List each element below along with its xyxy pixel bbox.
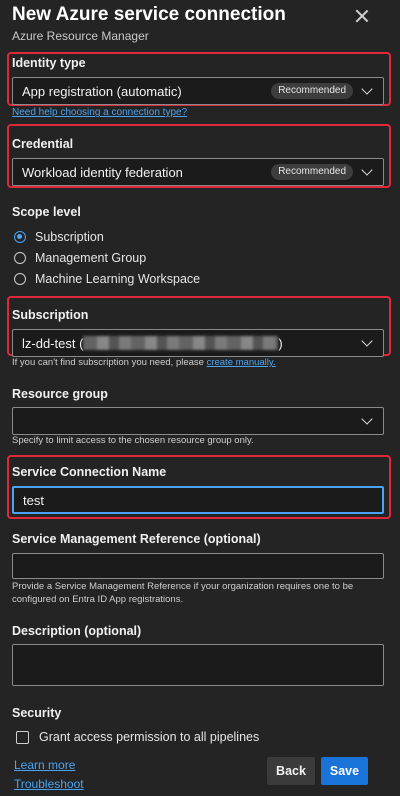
identity-help-row: Need help choosing a connection type? [12, 107, 187, 118]
back-button[interactable]: Back [267, 757, 315, 785]
scope-option-ml-workspace[interactable]: Machine Learning Workspace [14, 270, 200, 288]
service-management-reference-input[interactable] [12, 553, 384, 579]
subscription-value: lz-dd-test () [22, 336, 283, 351]
radio-icon[interactable] [14, 252, 26, 264]
chevron-down-icon [361, 83, 373, 95]
description-textarea[interactable] [12, 644, 384, 686]
chevron-down-icon [361, 413, 373, 425]
grant-access-option[interactable]: Grant access permission to all pipelines [16, 730, 259, 744]
credential-select[interactable]: Workload identity federation Recommended [12, 158, 384, 186]
chevron-down-icon [361, 335, 373, 347]
scope-option-label: Subscription [35, 230, 104, 244]
panel-header: New Azure service connection Azure Resou… [12, 2, 382, 44]
service-management-help-line2: configured on Entra ID App registrations… [12, 594, 184, 605]
subscription-help-text: If you can't find subscription you need,… [12, 357, 204, 368]
identity-type-label: Identity type [12, 56, 86, 70]
chevron-down-icon [361, 164, 373, 176]
service-connection-panel: New Azure service connection Azure Resou… [0, 0, 400, 796]
scope-option-subscription[interactable]: Subscription [14, 228, 104, 246]
subscription-select[interactable]: lz-dd-test () [12, 329, 384, 357]
panel-title: New Azure service connection [12, 4, 286, 25]
service-management-reference-label: Service Management Reference (optional) [12, 532, 261, 546]
radio-icon[interactable] [14, 273, 26, 285]
save-button[interactable]: Save [321, 757, 368, 785]
close-icon[interactable] [354, 8, 370, 24]
connection-name-value: test [23, 493, 44, 508]
subscription-name: lz-dd-test ( [22, 336, 84, 351]
create-manually-link[interactable]: create manually. [207, 357, 276, 368]
recommended-badge: Recommended [271, 83, 353, 99]
resource-group-label: Resource group [12, 387, 108, 401]
scope-level-label: Scope level [12, 205, 81, 219]
identity-type-value: App registration (automatic) [22, 84, 182, 99]
radio-selected-icon[interactable] [14, 231, 26, 243]
subscription-label: Subscription [12, 308, 89, 322]
resource-group-help: Specify to limit access to the chosen re… [12, 435, 254, 446]
credential-value: Workload identity federation [22, 165, 183, 180]
grant-access-label: Grant access permission to all pipelines [39, 730, 260, 744]
identity-type-select[interactable]: App registration (automatic) Recommended [12, 77, 384, 105]
panel-subtitle: Azure Resource Manager [12, 29, 149, 43]
learn-more-link[interactable]: Learn more [14, 758, 75, 772]
checkbox-icon[interactable] [16, 730, 29, 744]
subscription-help: If you can't find subscription you need,… [12, 357, 276, 368]
scope-option-management-group[interactable]: Management Group [14, 249, 146, 267]
subscription-close-paren: ) [278, 336, 283, 351]
recommended-badge: Recommended [271, 164, 353, 180]
connection-type-help-link[interactable]: Need help choosing a connection type? [12, 107, 187, 118]
connection-name-label: Service Connection Name [12, 465, 167, 479]
redacted-subscription-id [83, 336, 279, 350]
scope-option-label: Management Group [35, 251, 147, 265]
scope-option-label: Machine Learning Workspace [35, 272, 201, 286]
security-label: Security [12, 706, 62, 720]
description-label: Description (optional) [12, 624, 142, 638]
service-management-help-line1: Provide a Service Management Reference i… [12, 581, 354, 592]
credential-label: Credential [12, 137, 74, 151]
connection-name-input[interactable]: test [12, 486, 384, 514]
resource-group-select[interactable] [12, 407, 384, 435]
troubleshoot-link[interactable]: Troubleshoot [14, 777, 84, 791]
